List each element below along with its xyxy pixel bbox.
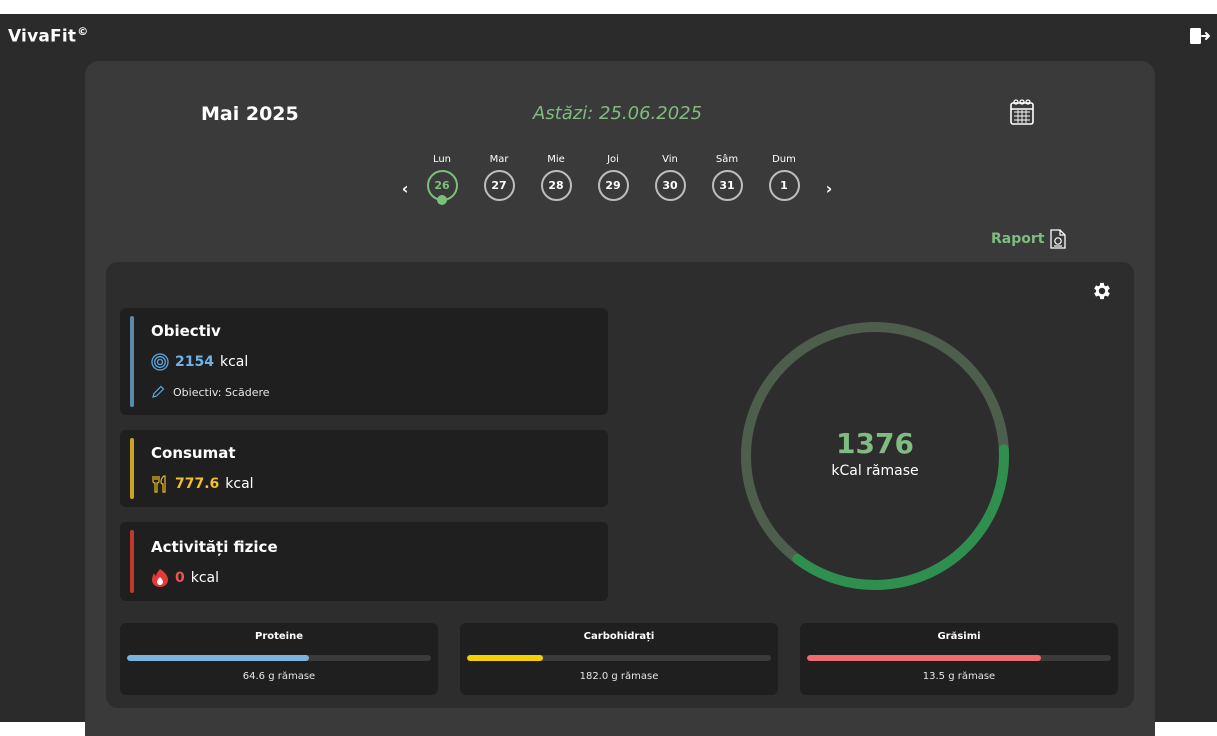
summary-card: Obiectiv 2154 kcal Obiectiv: Scădere Con… [106, 262, 1134, 708]
calendar-icon[interactable] [1009, 98, 1035, 126]
report-document-icon [1050, 229, 1067, 249]
ring-center: 1376 kCal rămase [737, 427, 1013, 479]
goal-card[interactable]: Obiectiv 2154 kcal Obiectiv: Scădere [120, 308, 608, 415]
consumed-title: Consumat [151, 444, 236, 462]
day-item[interactable]: Mar 27 [481, 153, 517, 201]
logout-icon[interactable] [1189, 26, 1211, 46]
consumed-card[interactable]: Consumat 777.6 kcal [120, 430, 608, 507]
day-item[interactable]: Vin 30 [652, 153, 688, 201]
dashboard-card: Mai 2025 Astăzi: 25.06.2025 ‹ Lun 26 Mar… [85, 61, 1155, 736]
day-item[interactable]: Dum 1 [766, 153, 802, 201]
flame-icon [152, 569, 168, 587]
fork-knife-icon [152, 475, 166, 493]
target-icon [151, 353, 169, 371]
macro-fat: Grăsimi 13.5 g rămase [800, 623, 1118, 695]
goal-accent-bar [130, 316, 134, 407]
settings-gear-icon[interactable] [1091, 280, 1113, 302]
activity-title: Activități fizice [151, 538, 278, 556]
day-item[interactable]: Lun 26 [424, 153, 460, 205]
remaining-label: kCal rămase [831, 463, 919, 479]
macro-fill [127, 655, 310, 661]
macro-track [467, 655, 771, 661]
macro-carbs: Carbohidrați 182.0 g rămase [460, 623, 778, 695]
activity-card[interactable]: Activități fizice 0 kcal [120, 522, 608, 601]
day-item[interactable]: Joi 29 [595, 153, 631, 201]
day-item[interactable]: Sâm 31 [709, 153, 745, 201]
report-button[interactable]: Raport [991, 229, 1067, 249]
app-window: VivaFit© Mai 2025 Astăzi: 25.06.2025 ‹ L… [0, 14, 1217, 736]
pencil-icon[interactable] [151, 385, 165, 399]
remaining-calories: 1376 [836, 427, 914, 460]
goal-note: Obiectiv: Scădere [151, 385, 270, 399]
macro-track [807, 655, 1111, 661]
today-label: Astăzi: 25.06.2025 [533, 103, 703, 124]
day-item[interactable]: Mie 28 [538, 153, 574, 201]
macro-fill [807, 655, 1042, 661]
consumed-accent-bar [130, 438, 134, 499]
activity-accent-bar [130, 530, 134, 593]
macro-protein: Proteine 64.6 g rămase [120, 623, 438, 695]
goal-title: Obiectiv [151, 322, 221, 340]
macro-fill [467, 655, 543, 661]
activity-calories: 0 kcal [151, 568, 219, 588]
macro-track [127, 655, 431, 661]
brand-logo[interactable]: VivaFit© [8, 25, 88, 47]
month-label: Mai 2025 [201, 103, 299, 125]
consumed-calories: 777.6 kcal [151, 475, 254, 493]
week-selector: ‹ Lun 26 Mar 27 Mie 28 Joi 29 Vin 30 Sâm… [398, 153, 838, 223]
goal-calories: 2154 kcal [151, 353, 248, 371]
next-week-button[interactable]: › [822, 179, 836, 199]
prev-week-button[interactable]: ‹ [398, 179, 412, 199]
